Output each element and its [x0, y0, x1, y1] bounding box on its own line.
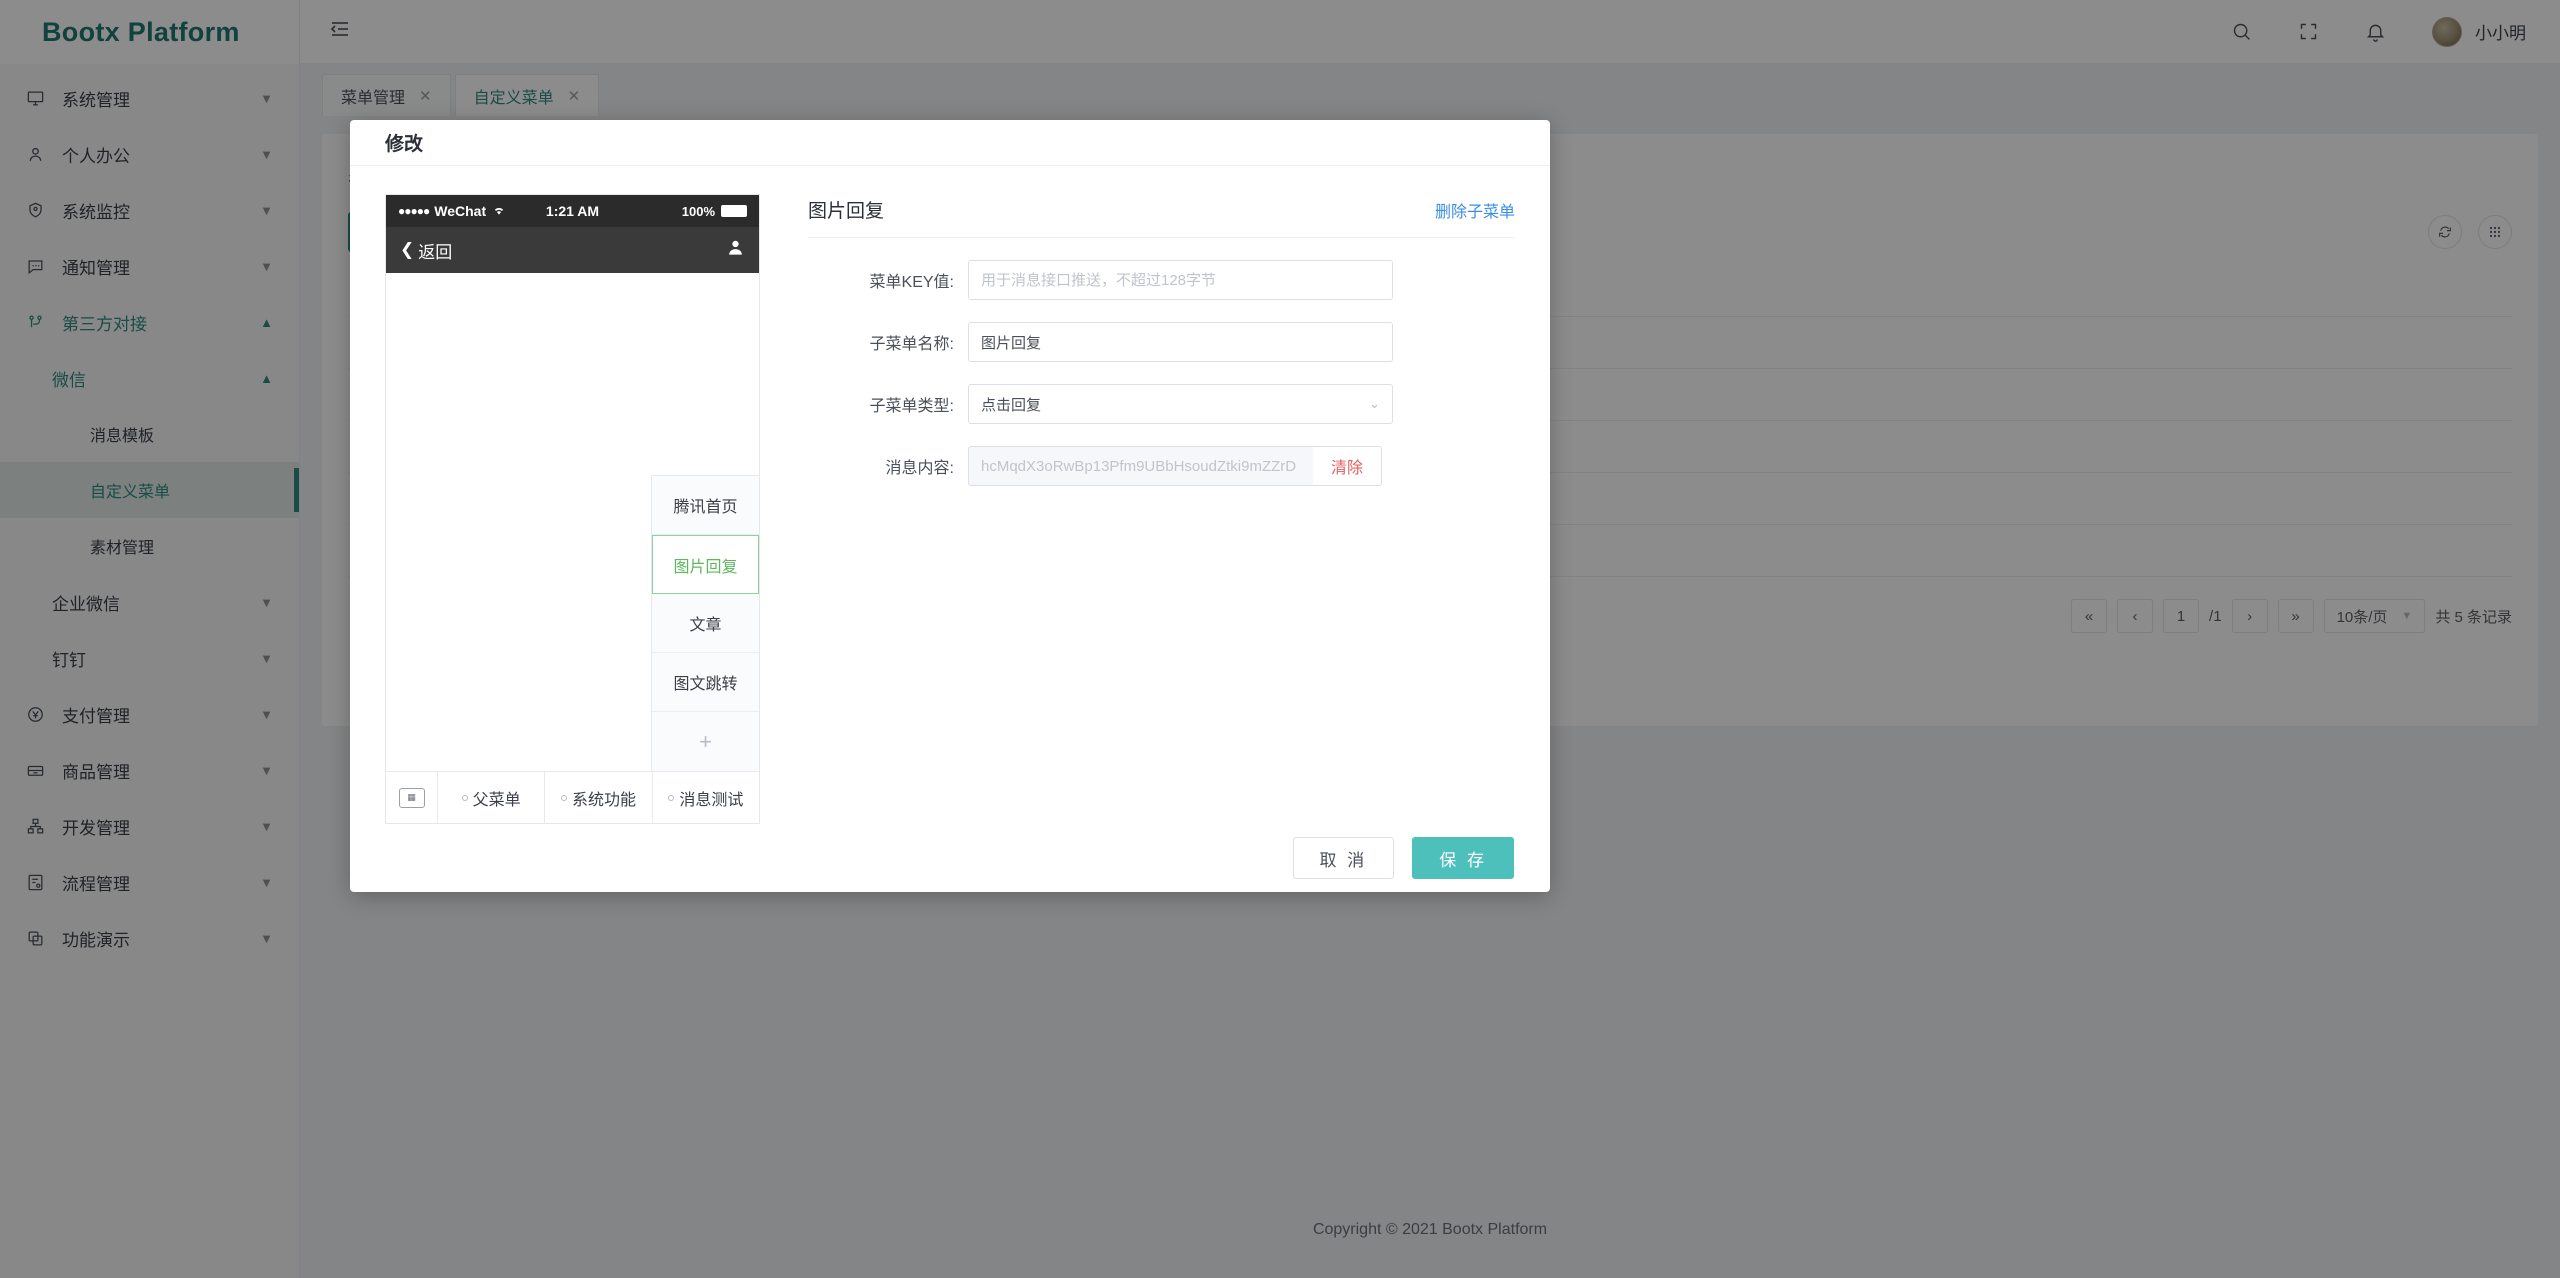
phone-submenu-item-2[interactable]: 文章 [652, 594, 759, 653]
modal-title: 修改 [350, 120, 1550, 166]
phone-bottom-tab-1[interactable]: 系统功能 [545, 772, 652, 823]
keyboard-glyph: ▦ [399, 788, 425, 808]
app-root: Bootx Platform 系统管理▼个人办公▼系统监控▼通知管理▼第三方对接… [0, 0, 2560, 1278]
edit-modal: 修改 ●●●●● WeChat 1:21 AM 100% [350, 120, 1550, 892]
form-header: 图片回复 删除子菜单 [808, 196, 1515, 238]
phone-status-bar: ●●●●● WeChat 1:21 AM 100% [386, 195, 759, 227]
submenu-name-label: 子菜单名称: [808, 330, 968, 354]
field-submenu-name: 子菜单名称: [808, 322, 1515, 362]
dot-icon [561, 795, 567, 801]
clear-button[interactable]: 清除 [1313, 446, 1382, 486]
modal-body: ●●●●● WeChat 1:21 AM 100% ❮ 返回 [350, 166, 1550, 824]
phone-bottom-tab-0[interactable]: 父菜单 [438, 772, 545, 823]
chevron-left-icon: ❮ [400, 240, 414, 260]
message-content-group: 清除 [968, 446, 1382, 486]
submenu-type-value: 点击回复 [981, 394, 1041, 415]
menu-key-input[interactable] [968, 260, 1393, 300]
field-message-content: 消息内容: 清除 [808, 446, 1515, 486]
modal-footer: 取 消 保 存 [350, 824, 1550, 892]
carrier-label: WeChat [434, 203, 486, 219]
submenu-type-label: 子菜单类型: [808, 392, 968, 416]
field-menu-key: 菜单KEY值: [808, 260, 1515, 300]
phone-bottom-tabs: 父菜单 系统功能 消息测试 [438, 772, 759, 823]
delete-submenu-link[interactable]: 删除子菜单 [1435, 198, 1515, 222]
message-content-input[interactable] [968, 446, 1313, 486]
phone-submenu-item-1[interactable]: 图片回复 [652, 535, 759, 594]
dot-icon [462, 795, 468, 801]
phone-bottom-bar: ▦ 父菜单 系统功能 消息测试 [386, 771, 759, 823]
message-content-label: 消息内容: [808, 454, 968, 478]
menu-key-label: 菜单KEY值: [808, 268, 968, 292]
phone-battery: 100% [682, 204, 747, 219]
phone-preview: ●●●●● WeChat 1:21 AM 100% ❮ 返回 [385, 194, 760, 824]
phone-submenu-item-3[interactable]: 图文跳转 [652, 653, 759, 712]
phone-add-submenu-button[interactable]: + [652, 712, 759, 771]
phone-nav-bar: ❮ 返回 [386, 227, 759, 273]
submenu-name-input[interactable] [968, 322, 1393, 362]
save-button[interactable]: 保 存 [1412, 837, 1514, 879]
dot-icon [668, 795, 674, 801]
keyboard-icon[interactable]: ▦ [386, 772, 438, 823]
chevron-down-icon: ⌄ [1369, 396, 1380, 412]
wifi-icon [492, 203, 506, 220]
battery-percent: 100% [682, 204, 715, 219]
phone-submenu-list: 腾讯首页图片回复文章图文跳转+ [651, 475, 759, 771]
signal-dots-icon: ●●●●● [398, 204, 429, 218]
phone-submenu-item-0[interactable]: 腾讯首页 [652, 476, 759, 535]
battery-icon [721, 205, 747, 217]
phone-bottom-tab-label: 系统功能 [572, 786, 636, 810]
phone-back-label: 返回 [418, 238, 452, 263]
field-submenu-type: 子菜单类型: 点击回复 ⌄ [808, 384, 1515, 424]
submenu-form: 图片回复 删除子菜单 菜单KEY值: 子菜单名称: 子菜单类型: 点击回复 ⌄ [808, 194, 1515, 824]
phone-back-button[interactable]: ❮ 返回 [400, 238, 452, 263]
phone-bottom-tab-label: 父菜单 [473, 786, 521, 810]
phone-bottom-tab-label: 消息测试 [679, 786, 743, 810]
person-icon [726, 238, 745, 263]
submenu-type-select[interactable]: 点击回复 ⌄ [968, 384, 1393, 424]
phone-bottom-tab-2[interactable]: 消息测试 [653, 772, 759, 823]
phone-screen: 腾讯首页图片回复文章图文跳转+ [386, 273, 759, 771]
form-title: 图片回复 [808, 196, 884, 223]
cancel-button[interactable]: 取 消 [1293, 837, 1395, 879]
